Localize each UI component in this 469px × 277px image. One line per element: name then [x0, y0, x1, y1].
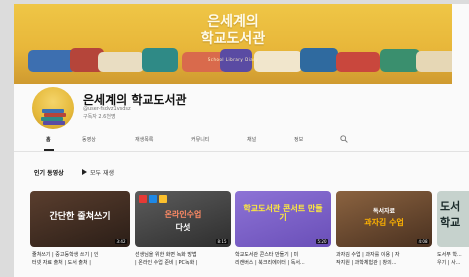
video-title[interactable]: 줄쳐쓰기 | 중고등학생 쓰기 | 인 터넷 자료 출처 | 도서 출처 | [32, 251, 128, 267]
app-icon [159, 195, 167, 203]
video-title-line: 과자김 수업 | 과자를 이용 | 자 [336, 252, 400, 258]
video-thumbnail[interactable]: 학교도서관 콘서트 만들기 5:20 [235, 191, 331, 247]
tabs-divider [14, 151, 469, 152]
channel-handle: @user-fsdvz1vsdsz [83, 106, 131, 112]
tab-community[interactable]: 커뮤니티 [191, 136, 209, 143]
subscriber-count: 구독자 2.6천명 [83, 114, 116, 120]
banner-title-line2: 학교도서관 [200, 31, 266, 47]
video-title[interactable]: 도서부 학... 우기 | 사... [437, 251, 469, 267]
thumbnail-title: 온라인수업 [164, 210, 202, 219]
thumbnail-title: 도서 [440, 200, 461, 213]
thumbnail-subtitle: 과자김 수업 [364, 218, 404, 227]
search-icon[interactable] [340, 135, 348, 143]
thumbnail-title: 독서자료 [372, 208, 396, 215]
section-title: 인기 동영상 [34, 170, 64, 177]
video-title[interactable]: 과자김 수업 | 과자를 이용 | 자 작지원 | 과학체험관 | 창의... [336, 251, 432, 267]
avatar-book-decoration [43, 121, 65, 125]
video-thumbnail[interactable]: 독서자료 과자김 수업 4:08 [336, 191, 432, 247]
video-thumbnail[interactable]: 도서 학교 [437, 191, 469, 247]
video-title-line: | 온라인 수업 준비 | PC녹화 | [135, 260, 198, 266]
tab-home[interactable]: 홈 [46, 136, 51, 143]
video-thumbnail[interactable]: 간단한 줄쳐쓰기 3:42 [30, 191, 130, 247]
thumbnail-title: 간단한 줄쳐쓰기 [49, 212, 111, 222]
tab-channels[interactable]: 채널 [247, 136, 256, 143]
tab-videos[interactable]: 동영상 [82, 136, 96, 143]
thumbnail-title: 학교도서관 콘서트 만들기 [243, 204, 323, 222]
video-title-line: 선생님을 위한 화면 녹화 방법 [135, 252, 197, 258]
banner-book-decoration [336, 52, 380, 72]
video-title-line: 학교도서관 콘스타 만들기 | 미 [235, 252, 299, 258]
app-icon [149, 195, 157, 203]
tab-playlists[interactable]: 재생목록 [135, 136, 153, 143]
banner-title-line1: 은세계의 [207, 14, 259, 30]
video-title-line: 터넷 자료 출처 | 도서 출처 | [32, 260, 91, 266]
video-thumbnail[interactable]: 온라인수업 다섯 8:15 [135, 191, 231, 247]
video-title-line: 우기 | 사... [437, 260, 461, 266]
video-duration: 8:15 [216, 239, 228, 244]
play-icon[interactable] [82, 169, 87, 175]
app-icon [139, 195, 147, 203]
video-title-line: 줄쳐쓰기 | 중고등학생 쓰기 | 인 [32, 252, 99, 258]
channel-banner: 은세계의 학교도서관 School Library Diary [14, 4, 452, 84]
video-title[interactable]: 학교도서관 콘스타 만들기 | 미 리캔버스 | 북크리에이터 | 독서... [235, 251, 331, 267]
play-all-button[interactable]: 모두 재생 [90, 168, 114, 177]
video-title[interactable]: 선생님을 위한 화면 녹화 방법 | 온라인 수업 준비 | PC녹화 | [135, 251, 231, 267]
tab-about[interactable]: 정보 [294, 136, 303, 143]
video-title-line: 도서부 학... [437, 252, 462, 258]
thumbnail-subtitle: 다섯 [175, 223, 191, 232]
video-duration: 5:20 [316, 239, 328, 244]
thumbnail-subtitle: 학교 [440, 216, 461, 229]
video-duration: 3:42 [115, 239, 127, 244]
channel-avatar[interactable] [32, 87, 74, 129]
video-title-line: 리캔버스 | 북크리에이터 | 독서... [235, 260, 305, 266]
video-title-line: 작지원 | 과학체험관 | 창의... [336, 260, 397, 266]
video-duration: 4:08 [417, 239, 429, 244]
banner-book-decoration [98, 52, 144, 72]
banner-subtitle: School Library Diary [207, 57, 259, 62]
